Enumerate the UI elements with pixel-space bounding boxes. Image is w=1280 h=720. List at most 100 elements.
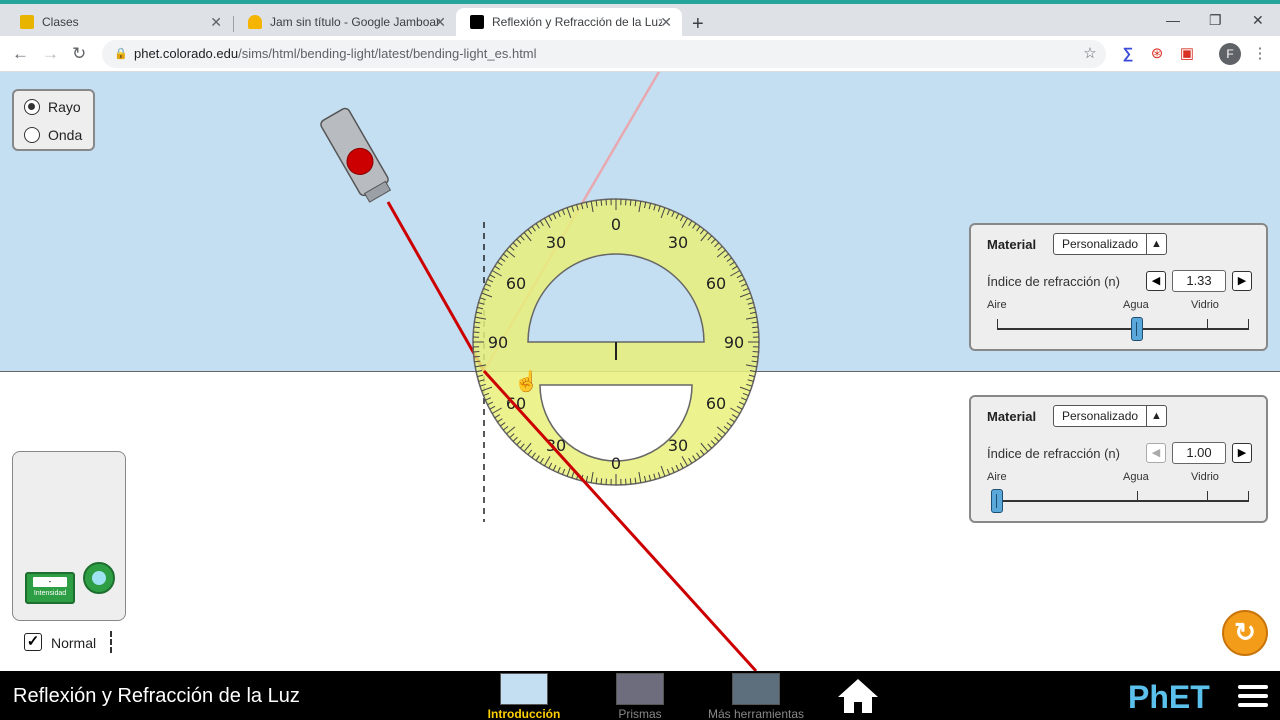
back-icon[interactable]: ← — [12, 44, 29, 64]
radio-icon[interactable] — [24, 127, 40, 143]
intensity-meter[interactable]: - Intensidad — [25, 572, 75, 604]
close-icon[interactable]: ✕ — [210, 14, 222, 31]
screen-label: Prismas — [618, 707, 662, 720]
slider-track[interactable] — [997, 500, 1249, 502]
close-icon[interactable]: ✕ — [660, 14, 672, 31]
tab-strip: Clases ✕ Jam sin título - Google Jamboar… — [0, 4, 1280, 36]
chevron-up-icon[interactable]: ▲ — [1146, 234, 1166, 254]
slider-label-aire: Aire — [987, 299, 1007, 311]
slider-tick — [1207, 319, 1208, 329]
laser-pointer[interactable] — [319, 107, 394, 204]
new-tab-icon[interactable]: + — [692, 13, 704, 36]
more-menu-icon[interactable]: ⋮ — [1250, 44, 1270, 64]
intensity-probe-icon[interactable] — [83, 562, 115, 594]
protractor-tick — [600, 478, 603, 485]
radio-label: Rayo — [48, 99, 81, 115]
slider-tick — [1248, 319, 1249, 329]
more-tools-thumbnail — [732, 673, 780, 705]
radio-icon[interactable] — [24, 99, 40, 115]
minimize-icon[interactable]: — — [1166, 12, 1180, 28]
material-label: Material — [987, 409, 1037, 424]
protractor-tick — [600, 199, 603, 206]
protractor-label: 0 — [611, 215, 621, 234]
slider-thumb[interactable] — [991, 489, 1003, 513]
extension-save-icon[interactable]: ▣ — [1177, 44, 1197, 64]
material-combo[interactable]: Personalizado ▲ — [1053, 233, 1167, 255]
close-window-icon[interactable]: ✕ — [1252, 12, 1264, 29]
slider-tick — [997, 319, 998, 329]
reset-all-button[interactable]: ↻ — [1222, 610, 1268, 656]
chevron-up-icon[interactable]: ▲ — [1146, 406, 1166, 426]
menu-icon[interactable] — [1238, 685, 1268, 709]
screen-prisms-button[interactable]: Prismas — [590, 673, 690, 720]
sim-title: Reflexión y Refracción de la Luz — [13, 685, 300, 707]
protractor-tick — [473, 326, 480, 329]
browser-toolbar: ← → ↻ 🔒 phet.colorado.edu/sims/html/bend… — [0, 36, 1280, 72]
protractor-label: 90 — [488, 333, 508, 352]
close-icon[interactable]: ✕ — [434, 14, 446, 31]
reload-icon[interactable]: ↻ — [72, 44, 86, 64]
forward-icon[interactable]: → — [42, 44, 59, 64]
decrement-button[interactable]: ◀ — [1146, 443, 1166, 463]
maximize-icon[interactable]: ❐ — [1209, 12, 1222, 29]
protractor-tick — [473, 355, 480, 358]
protractor-label: 0 — [611, 454, 621, 473]
slider-label-agua: Agua — [1123, 299, 1149, 311]
radio-onda[interactable]: Onda — [24, 127, 82, 143]
index-value: 1.00 — [1172, 442, 1226, 464]
extension-record-icon[interactable]: ⊛ — [1147, 44, 1167, 64]
normal-checkbox[interactable]: ✓ — [24, 633, 42, 651]
normal-label: Normal — [51, 635, 97, 651]
screen-intro-button[interactable]: Introducción — [474, 673, 574, 720]
url-host: phet.colorado.edu — [134, 46, 239, 61]
screen-more-tools-button[interactable]: Más herramientas — [706, 673, 806, 720]
hand-cursor-icon: ☝ — [514, 369, 539, 393]
index-label: Índice de refracción (n) — [987, 274, 1120, 289]
slider-tick — [1248, 491, 1249, 501]
normal-icon — [110, 631, 112, 653]
tab-title: Reflexión y Refracción de la Luz — [492, 15, 662, 29]
index-label: Índice de refracción (n) — [987, 446, 1120, 461]
sim-navbar: Reflexión y Refracción de la Luz Introdu… — [0, 671, 1280, 720]
phet-icon — [470, 15, 484, 29]
bookmark-star-icon[interactable]: ☆ — [1080, 44, 1100, 64]
material-label: Material — [987, 237, 1037, 252]
protractor-label: 30 — [668, 436, 688, 455]
slider-track[interactable] — [997, 328, 1249, 330]
index-value: 1.33 — [1172, 270, 1226, 292]
material-value: Personalizado — [1062, 409, 1139, 423]
protractor[interactable]: 0 30 30 60 60 90 90 60 60 30 30 0 — [472, 198, 760, 486]
decrement-button[interactable]: ◀ — [1146, 271, 1166, 291]
radio-rayo[interactable]: Rayo — [24, 99, 81, 115]
protractor-label: 30 — [668, 233, 688, 252]
tab-jamboard[interactable]: Jam sin título - Google Jamboard ✕ — [234, 8, 456, 36]
profile-avatar[interactable]: F — [1219, 43, 1241, 65]
incident-ray — [386, 201, 486, 372]
tab-title: Clases — [42, 15, 79, 29]
intro-thumbnail — [500, 673, 548, 705]
slider-tick — [1137, 491, 1138, 501]
intensity-label: Intensidad — [33, 590, 67, 597]
home-icon[interactable] — [836, 677, 880, 715]
protractor-label: 60 — [506, 274, 526, 293]
tab-clases[interactable]: Clases ✕ — [6, 8, 232, 36]
slider-label-vidrio: Vidrio — [1191, 299, 1219, 311]
phet-logo[interactable]: PhET — [1128, 679, 1210, 716]
tab-bending-light[interactable]: Reflexión y Refracción de la Luz ✕ — [456, 8, 682, 36]
radio-label: Onda — [48, 127, 83, 143]
screen-label: Introducción — [487, 707, 561, 720]
screen-label: Más herramientas — [707, 707, 805, 720]
protractor-tick — [629, 478, 632, 485]
increment-button[interactable]: ▶ — [1232, 271, 1252, 291]
increment-button[interactable]: ▶ — [1232, 443, 1252, 463]
lock-icon: 🔒 — [114, 48, 128, 60]
prisms-thumbnail — [616, 673, 664, 705]
protractor-tick — [629, 199, 632, 206]
address-bar[interactable]: 🔒 phet.colorado.edu/sims/html/bending-li… — [102, 40, 1106, 68]
jamboard-icon — [248, 15, 262, 29]
url-path: /sims/html/bending-light/latest/bending-… — [238, 46, 537, 61]
protractor-tick — [752, 326, 759, 329]
extension-sigma-icon[interactable]: ∑ — [1118, 44, 1138, 64]
material-combo[interactable]: Personalizado ▲ — [1053, 405, 1167, 427]
slider-thumb[interactable] — [1131, 317, 1143, 341]
